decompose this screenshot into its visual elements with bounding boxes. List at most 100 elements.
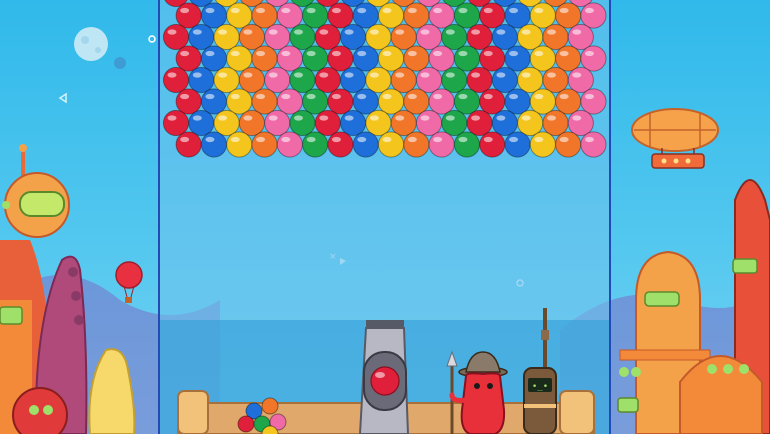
bubble-pink[interactable] [415,109,443,137]
bubble-red[interactable] [466,23,493,51]
bubble-orange[interactable] [555,131,582,158]
bubble-orange[interactable] [390,23,417,51]
bubble-yellow[interactable] [213,66,240,94]
bubble-pink[interactable] [415,23,443,51]
bubble-yellow[interactable] [377,131,405,158]
bubble-red[interactable] [162,23,190,51]
bubble-yellow[interactable] [213,109,240,137]
bubble-yellow[interactable] [529,88,556,115]
bubble-orange[interactable] [390,109,417,137]
bubble-red[interactable] [327,131,354,158]
bubble-orange[interactable] [238,23,265,51]
bubble-blue[interactable] [200,88,228,115]
bubble-orange[interactable] [251,45,278,72]
bubble-pink[interactable] [428,88,455,115]
bubble-green[interactable] [302,88,329,115]
bubble-orange[interactable] [251,2,278,29]
bubble-yellow[interactable] [377,45,405,72]
bubble-red[interactable] [327,2,354,29]
bubble-orange[interactable] [555,45,582,72]
bubble-yellow[interactable] [213,23,240,51]
bubble-pink[interactable] [567,66,594,94]
bubble-pink[interactable] [567,109,594,137]
bubble-pink[interactable] [580,2,607,29]
bubble-orange[interactable] [542,66,569,94]
bubble-blue[interactable] [200,131,228,158]
bubble-red[interactable] [175,88,202,115]
bubble-pink[interactable] [567,23,594,51]
bubble-blue[interactable] [340,66,367,94]
bubble-green[interactable] [302,2,329,29]
bubble-blue[interactable] [352,2,379,29]
bubble-orange[interactable] [403,45,430,72]
bubble-yellow[interactable] [529,2,556,29]
bubble-blue[interactable] [491,109,518,137]
bubble-yellow[interactable] [226,45,253,72]
bubble-pink[interactable] [580,131,607,158]
bubble-blue[interactable] [504,88,531,115]
bubble-orange[interactable] [238,66,265,94]
bubble-blue[interactable] [352,45,379,72]
bubble-orange[interactable] [251,88,278,115]
bubble-red[interactable] [466,109,493,137]
bubble-blue[interactable] [188,109,215,137]
bubble-orange[interactable] [403,88,430,115]
bubble-yellow[interactable] [365,23,392,51]
bubble-grid[interactable] [162,0,607,158]
bubble-yellow[interactable] [365,109,392,137]
bubble-orange[interactable] [555,2,582,29]
bubble-yellow[interactable] [226,88,253,115]
bubble-pink[interactable] [428,2,455,29]
bubble-orange[interactable] [251,131,278,158]
bubble-green[interactable] [453,131,481,158]
bubble-blue[interactable] [340,109,367,137]
bubble-pink[interactable] [264,66,291,94]
bubble-green[interactable] [453,45,481,72]
bubble-red[interactable] [327,88,354,115]
bubble-yellow[interactable] [517,109,544,137]
bubble-blue[interactable] [352,88,379,115]
bubble-red[interactable] [314,109,341,137]
bubble-pink[interactable] [428,45,455,72]
bubble-green[interactable] [302,131,329,158]
bubble-yellow[interactable] [365,66,392,94]
bubble-green[interactable] [441,23,468,51]
bubble-green[interactable] [441,66,468,94]
bubble-blue[interactable] [504,2,531,29]
bubble-blue[interactable] [491,66,518,94]
bubble-yellow[interactable] [226,131,253,158]
bubble-orange[interactable] [403,2,430,29]
bubble-yellow[interactable] [517,23,544,51]
bubble-green[interactable] [289,109,316,137]
bubble-blue[interactable] [491,23,518,51]
bubble-red[interactable] [314,66,341,94]
bubble-orange[interactable] [542,23,569,51]
bubble-blue[interactable] [504,45,531,72]
bubble-pink[interactable] [264,23,291,51]
bubble-green[interactable] [441,109,468,137]
bubble-red[interactable] [162,109,190,137]
bubble-orange[interactable] [390,66,417,94]
bubble-green[interactable] [289,66,316,94]
bubble-blue[interactable] [200,2,228,29]
bubble-green[interactable] [302,45,329,72]
bubble-pink[interactable] [276,45,303,72]
bubble-red[interactable] [479,2,506,29]
bubble-yellow[interactable] [226,2,253,29]
bubble-blue[interactable] [340,23,367,51]
bubble-yellow[interactable] [377,2,405,29]
bubble-green[interactable] [453,2,481,29]
bubble-green[interactable] [453,88,481,115]
bubble-pink[interactable] [276,131,303,158]
bubble-red[interactable] [327,45,354,72]
bubble-blue[interactable] [188,66,215,94]
bubble-blue[interactable] [504,131,531,158]
bubble-blue[interactable] [188,23,215,51]
bubble-red[interactable] [175,2,202,29]
bubble-pink[interactable] [580,45,607,72]
bubble-blue[interactable] [200,45,228,72]
bubble-yellow[interactable] [529,131,556,158]
bubble-pink[interactable] [276,88,303,115]
bubble-orange[interactable] [542,109,569,137]
bubble-blue[interactable] [352,131,379,158]
